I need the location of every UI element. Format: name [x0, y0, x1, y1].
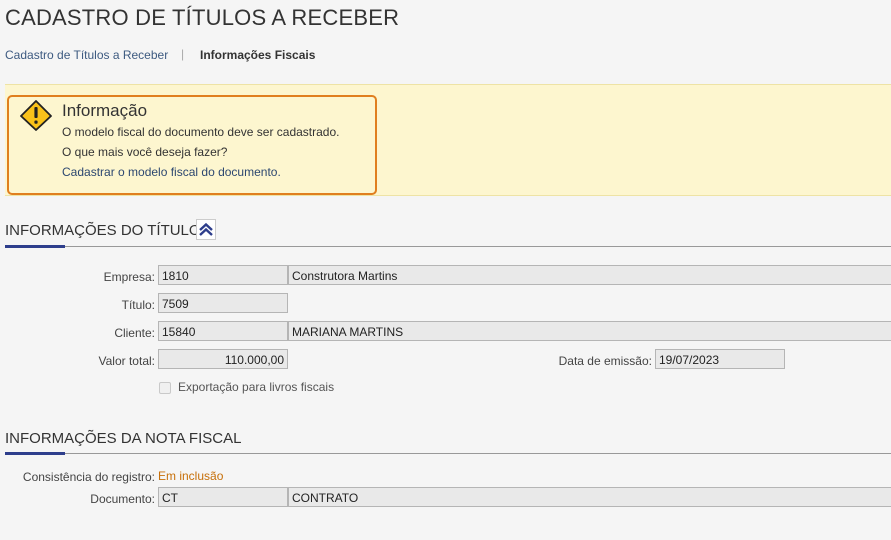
section-divider: [5, 453, 891, 454]
valor-total-field[interactable]: 110.000,00: [158, 349, 288, 369]
data-emissao-label: Data de emissão:: [558, 354, 652, 368]
section-accent-bar: [5, 245, 65, 248]
valor-total-label: Valor total:: [98, 354, 155, 368]
empresa-name-field[interactable]: Construtora Martins: [288, 265, 891, 285]
empresa-label: Empresa:: [103, 270, 155, 284]
consistencia-status: Em inclusão: [158, 469, 224, 483]
section-title-titulo: INFORMAÇÕES DO TÍTULO: [5, 222, 201, 239]
data-emissao-field[interactable]: 19/07/2023: [655, 349, 785, 369]
titulo-label: Título:: [121, 298, 155, 312]
warning-icon: [19, 99, 53, 131]
exportacao-label: Exportação para livros fiscais: [178, 380, 335, 394]
exportacao-checkbox[interactable]: [159, 382, 171, 394]
cliente-name-field[interactable]: MARIANA MARTINS: [288, 321, 891, 341]
info-title: Informação: [62, 101, 148, 120]
page-title: CADASTRO DE TÍTULOS A RECEBER: [5, 5, 400, 30]
cliente-label: Cliente:: [114, 326, 155, 340]
breadcrumb-item-cadastro[interactable]: Cadastro de Títulos a Receber: [5, 48, 168, 62]
titulo-field[interactable]: 7509: [158, 293, 288, 313]
consistencia-label: Consistência do registro:: [22, 470, 155, 484]
empresa-code-field[interactable]: 1810: [158, 265, 288, 285]
documento-code-field[interactable]: CT: [158, 487, 288, 507]
breadcrumb-item-informacoes-fiscais: Informações Fiscais: [200, 48, 316, 62]
double-chevron-up-icon: [199, 222, 213, 236]
cliente-code-field[interactable]: 15840: [158, 321, 288, 341]
documento-label: Documento:: [90, 492, 155, 506]
info-question: O que mais você deseja fazer?: [62, 145, 228, 159]
documento-name-field[interactable]: CONTRATO: [288, 487, 891, 507]
info-message: O modelo fiscal do documento deve ser ca…: [62, 125, 340, 139]
section-divider: [5, 246, 891, 247]
section-title-nota-fiscal: INFORMAÇÕES DA NOTA FISCAL: [5, 430, 242, 447]
register-fiscal-model-link[interactable]: Cadastrar o modelo fiscal do documento.: [62, 165, 281, 179]
section-accent-bar: [5, 452, 65, 455]
breadcrumb-separator: |: [181, 47, 185, 61]
collapse-section-button[interactable]: [196, 219, 216, 240]
